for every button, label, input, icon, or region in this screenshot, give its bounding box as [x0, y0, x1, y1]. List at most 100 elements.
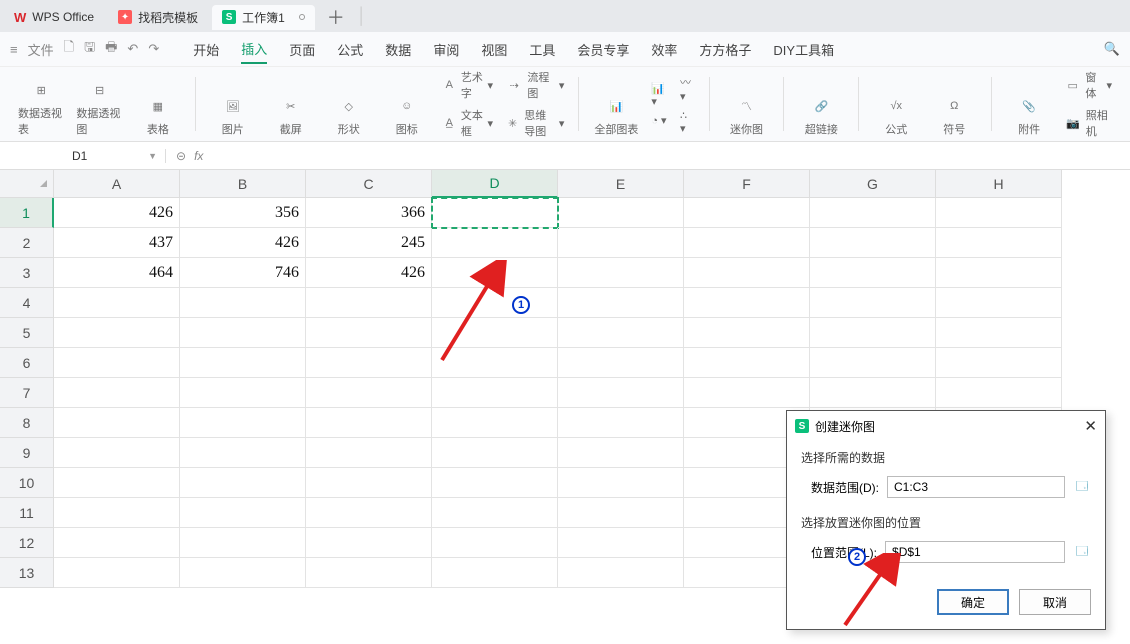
new-tab-button[interactable]: ＋	[319, 4, 353, 30]
row-head[interactable]: 2	[0, 228, 54, 258]
qa-save-icon[interactable]: 🖫	[84, 38, 95, 60]
cell[interactable]	[558, 468, 684, 498]
tab-workbook[interactable]: S 工作簿1	[212, 5, 315, 30]
shapes-button[interactable]: ◇形状	[326, 95, 372, 137]
all-charts-button[interactable]: 📊全部图表	[593, 95, 639, 137]
qa-new-icon[interactable]: 🗋	[64, 38, 74, 60]
table-button[interactable]: ▦表格	[135, 95, 181, 137]
data-range-input[interactable]	[887, 476, 1065, 498]
cell[interactable]	[54, 288, 180, 318]
cell[interactable]	[810, 348, 936, 378]
formula-input[interactable]	[213, 142, 1130, 169]
cell[interactable]	[180, 468, 306, 498]
textbox-button[interactable]: A̲文本框 ▾	[442, 107, 493, 139]
cell[interactable]	[306, 318, 432, 348]
col-head-C[interactable]: C	[306, 170, 432, 198]
cell[interactable]	[306, 558, 432, 588]
cell-G1[interactable]	[810, 198, 936, 228]
cell[interactable]	[306, 468, 432, 498]
hyperlink-button[interactable]: 🔗超链接	[798, 95, 844, 137]
cell[interactable]	[306, 528, 432, 558]
cell-A1[interactable]: 426	[54, 198, 180, 228]
cell[interactable]	[810, 318, 936, 348]
col-head-E[interactable]: E	[558, 170, 684, 198]
formula-button[interactable]: √x公式	[873, 95, 919, 137]
cell[interactable]	[558, 528, 684, 558]
cell[interactable]	[558, 348, 684, 378]
cell[interactable]	[54, 378, 180, 408]
cell[interactable]	[432, 438, 558, 468]
cell-H2[interactable]	[936, 228, 1062, 258]
row-head[interactable]: 11	[0, 498, 54, 528]
cell-C3[interactable]: 426	[306, 258, 432, 288]
dialog-titlebar[interactable]: S 创建迷你图 ✕	[787, 411, 1105, 441]
pie-chart-icon[interactable]: ◔ ▾	[651, 114, 668, 127]
select-all-corner[interactable]	[0, 170, 54, 198]
qa-menu-icon[interactable]: ≡	[10, 42, 18, 57]
sparkline-button[interactable]: 〽迷你图	[723, 95, 769, 137]
flowchart-button[interactable]: ⇢流程图 ▾	[505, 69, 564, 101]
tab-formula[interactable]: 公式	[337, 36, 363, 63]
cell[interactable]	[54, 318, 180, 348]
search-icon[interactable]: 🔍	[1104, 41, 1120, 57]
window-forms-button[interactable]: ▭窗体 ▾	[1064, 69, 1112, 101]
cell[interactable]	[180, 558, 306, 588]
row-head[interactable]: 9	[0, 438, 54, 468]
row-head[interactable]: 10	[0, 468, 54, 498]
row-head[interactable]: 4	[0, 288, 54, 318]
cell[interactable]	[306, 378, 432, 408]
row-head[interactable]: 7	[0, 378, 54, 408]
col-head-G[interactable]: G	[810, 170, 936, 198]
cell[interactable]	[432, 288, 558, 318]
bar-chart-icon[interactable]: 📊 ▾	[651, 82, 668, 108]
qa-undo-icon[interactable]: ↶	[127, 41, 138, 57]
cell[interactable]	[180, 498, 306, 528]
cell-E1[interactable]	[558, 198, 684, 228]
cell[interactable]	[180, 288, 306, 318]
cell[interactable]	[306, 498, 432, 528]
row-head[interactable]: 3	[0, 258, 54, 288]
cell-F1[interactable]	[684, 198, 810, 228]
row-head[interactable]: 12	[0, 528, 54, 558]
cancel-button[interactable]: 取消	[1019, 589, 1091, 615]
row-head[interactable]: 8	[0, 408, 54, 438]
cell-B1[interactable]: 356	[180, 198, 306, 228]
cell-A3[interactable]: 464	[54, 258, 180, 288]
cell[interactable]	[180, 348, 306, 378]
cell[interactable]	[54, 498, 180, 528]
line-chart-icon[interactable]: 〰 ▾	[680, 74, 695, 103]
cell[interactable]	[54, 468, 180, 498]
cell[interactable]	[432, 408, 558, 438]
qa-print-icon[interactable]: 🖶	[105, 38, 117, 60]
cell-B2[interactable]: 426	[180, 228, 306, 258]
icons-button[interactable]: ☺图标	[384, 95, 430, 137]
cell[interactable]	[558, 408, 684, 438]
cell[interactable]	[432, 348, 558, 378]
cell-C2[interactable]: 245	[306, 228, 432, 258]
location-range-input[interactable]	[885, 541, 1065, 563]
cell[interactable]	[432, 378, 558, 408]
cell[interactable]	[54, 348, 180, 378]
tab-insert[interactable]: 插入	[241, 35, 267, 64]
cell[interactable]	[54, 528, 180, 558]
cell[interactable]	[54, 438, 180, 468]
col-head-D[interactable]: D	[432, 170, 558, 198]
row-head[interactable]: 6	[0, 348, 54, 378]
cell-G2[interactable]	[810, 228, 936, 258]
cell[interactable]	[558, 438, 684, 468]
cell[interactable]	[432, 468, 558, 498]
row-head[interactable]: 1	[0, 198, 54, 228]
tab-view[interactable]: 视图	[481, 36, 507, 63]
cell[interactable]	[432, 558, 558, 588]
pivot-table-button[interactable]: ⊞数据透视表	[18, 79, 64, 137]
cell[interactable]	[306, 408, 432, 438]
file-menu[interactable]: 文件	[28, 40, 54, 59]
cell[interactable]	[54, 558, 180, 588]
cell-E2[interactable]	[558, 228, 684, 258]
tab-efficiency[interactable]: 效率	[651, 36, 677, 63]
cell[interactable]	[684, 288, 810, 318]
cell[interactable]	[558, 498, 684, 528]
symbol-button[interactable]: Ω符号	[931, 95, 977, 137]
fx-label[interactable]: fx	[194, 149, 203, 163]
cell-A2[interactable]: 437	[54, 228, 180, 258]
